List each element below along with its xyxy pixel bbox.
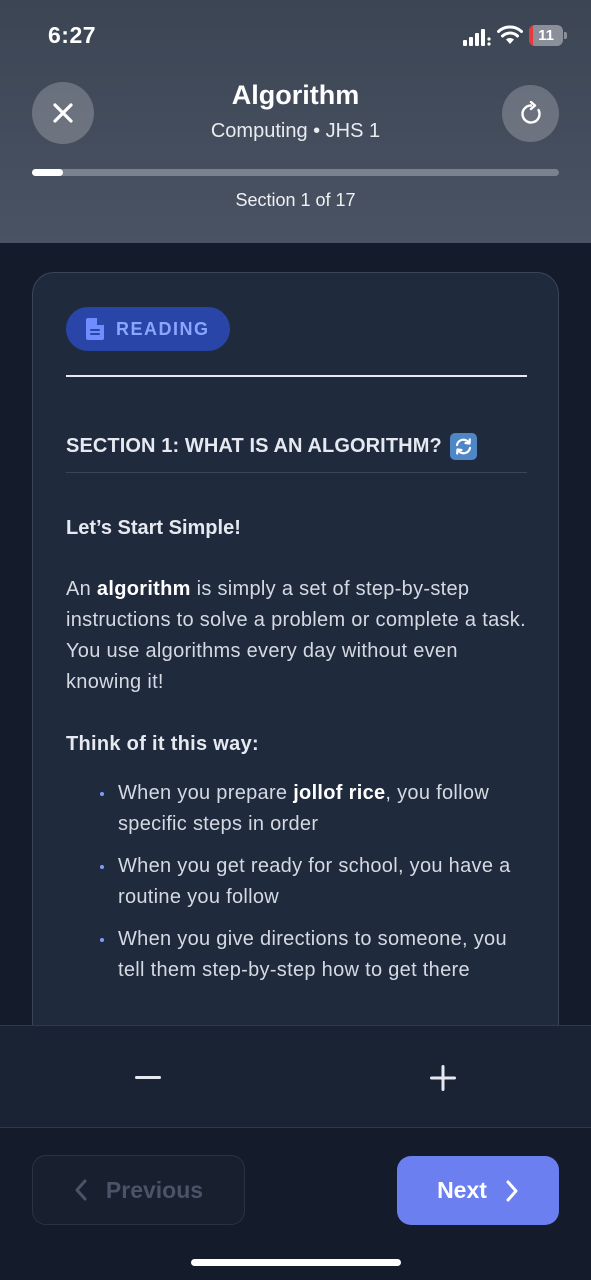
bullet-icon — [100, 938, 104, 942]
home-indicator[interactable] — [191, 1259, 401, 1266]
battery-tip — [564, 32, 567, 39]
list-item: When you prepare jollof rice, you follow… — [100, 778, 527, 840]
list-item-text: When you give directions to someone, you… — [118, 928, 507, 981]
list-item-text: When you get ready for school, you have … — [118, 855, 511, 908]
intro-text-start: An — [66, 578, 97, 600]
next-label: Next — [437, 1177, 487, 1203]
reading-card[interactable]: READING SECTION 1: WHAT IS AN ALGORITHM?… — [32, 272, 559, 1072]
list-item-text: When you prepare — [118, 782, 294, 804]
next-button[interactable]: Next — [397, 1156, 559, 1225]
chevron-left-icon — [75, 1179, 87, 1201]
lesson-progress-bar — [32, 169, 559, 176]
divider — [66, 375, 527, 377]
section-heading: SECTION 1: WHAT IS AN ALGORITHM? — [66, 433, 527, 473]
status-time: 6:27 — [48, 22, 97, 48]
chevron-right-icon — [506, 1180, 518, 1201]
intro-paragraph: An algorithm is simply a set of step-by-… — [66, 574, 527, 698]
reading-content: SECTION 1: WHAT IS AN ALGORITHM? Let’s S… — [66, 433, 527, 997]
battery-level: 11 — [538, 27, 554, 44]
plus-icon — [430, 1065, 456, 1091]
status-bar: 6:27 11 — [0, 0, 591, 72]
battery-indicator: 11 — [529, 25, 567, 46]
bullet-icon — [100, 865, 104, 869]
increase-text-size-button[interactable] — [413, 1056, 473, 1100]
lesson-header: 6:27 11 Algorithm Computing • JHS 1 Sect… — [0, 0, 591, 243]
lesson-progress-fill — [32, 169, 64, 176]
section-counter: Section 1 of 17 — [235, 190, 356, 210]
list-item: When you give directions to someone, you… — [100, 924, 527, 986]
previous-label: Previous — [105, 1176, 204, 1203]
sub-heading: Let’s Start Simple! — [66, 517, 241, 539]
minus-icon — [135, 1076, 161, 1079]
lesson-subtitle: Computing • JHS 1 — [210, 120, 381, 142]
badge-label: READING — [116, 318, 210, 339]
think-heading: Think of it this way: — [66, 733, 259, 755]
section-heading-text: SECTION 1: WHAT IS AN ALGORITHM? — [66, 435, 442, 457]
cellular-signal-icon — [463, 29, 491, 46]
previous-button[interactable]: Previous — [32, 1155, 245, 1225]
reading-badge: READING — [66, 307, 230, 351]
sync-icon — [449, 433, 477, 460]
decrease-text-size-button[interactable] — [118, 1056, 178, 1100]
text-size-controls — [0, 1025, 591, 1128]
document-icon — [86, 318, 104, 340]
examples-list: When you prepare jollof rice, you follow… — [66, 778, 527, 986]
intro-keyword: algorithm — [96, 578, 191, 600]
battery-body: 11 — [529, 25, 563, 46]
list-item: When you get ready for school, you have … — [100, 851, 527, 913]
wifi-icon — [497, 25, 523, 44]
bullet-icon — [100, 792, 104, 796]
refresh-icon — [520, 100, 541, 124]
refresh-button[interactable] — [502, 85, 559, 142]
list-item-bold: jollof rice — [293, 782, 386, 804]
